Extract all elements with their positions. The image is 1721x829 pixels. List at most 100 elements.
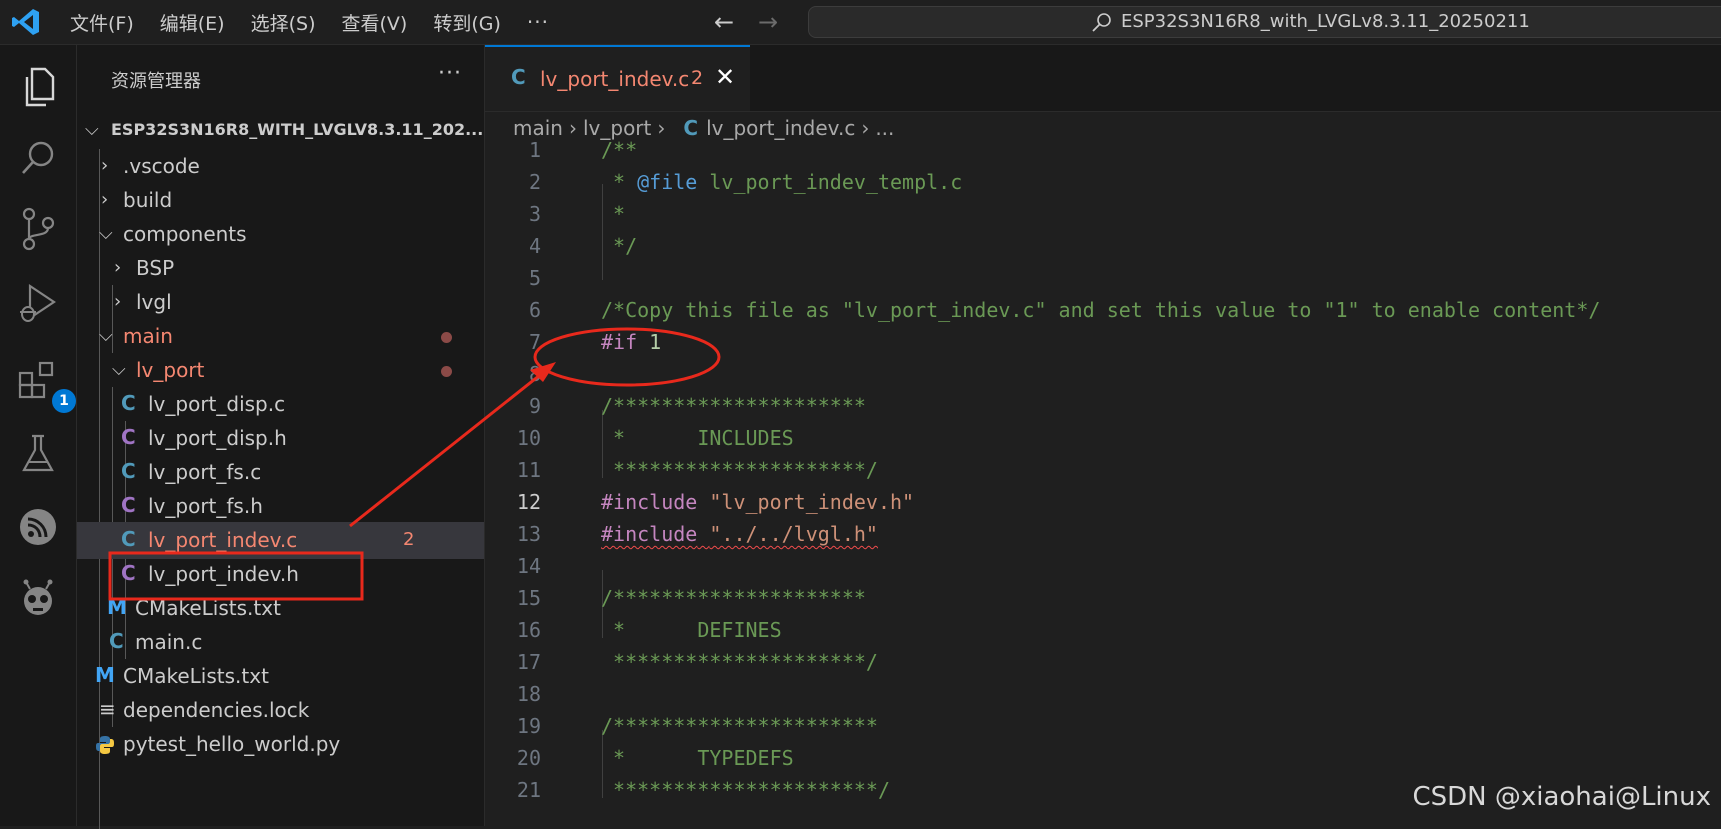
code-line: 16 * DEFINES <box>485 614 1721 646</box>
line-number: 16 <box>516 618 541 642</box>
line-number: 1 <box>528 138 541 162</box>
code-line: 19 /********************** <box>485 710 1721 742</box>
watermark: CSDN @xiaohai@Linux <box>1412 782 1711 812</box>
menu-bar: 文件(F) 编辑(E) 选择(S) 查看(V) 转到(G) ··· <box>70 0 575 44</box>
code-text-error: #include "../../lvgl.h" <box>601 522 878 546</box>
source-control-icon <box>22 207 55 251</box>
code-text: /********************** <box>601 714 878 738</box>
tree-file-lv-port-indev-c[interactable]: C lv_port_indev.c 2 <box>77 522 484 559</box>
line-number: 7 <box>528 330 541 354</box>
problem-dot <box>441 366 452 377</box>
c-file-icon: C <box>121 527 136 551</box>
tree-file-lv-port-indev-h[interactable]: C lv_port_indev.h <box>77 556 484 593</box>
tree-file-pytest[interactable]: pytest_hello_world.py <box>77 726 484 763</box>
tree-file-dependencies-lock[interactable]: ≡ dependencies.lock <box>77 692 484 729</box>
code-text: * INCLUDES <box>601 426 794 450</box>
tree-file-lv-port-fs-c[interactable]: C lv_port_fs.c <box>77 454 484 491</box>
menu-edit[interactable]: 编辑(E) <box>160 9 225 36</box>
problem-count: 2 <box>403 529 415 550</box>
c-file-icon: C <box>109 629 124 653</box>
extensions-badge: 1 <box>52 389 76 413</box>
c-file-icon: C <box>121 459 136 483</box>
platformio-alien-icon <box>23 579 53 615</box>
tree-folder-main[interactable]: ⌵ main <box>77 318 484 355</box>
code-text: /*Copy this file as "lv_port_indev.c" an… <box>601 298 1601 322</box>
problem-dot <box>441 332 452 343</box>
workspace-root[interactable]: ⌵ ESP32S3N16R8_WITH_LVGLV8.3.11_202... <box>77 112 484 149</box>
line-number: 3 <box>528 202 541 226</box>
line-number: 12 <box>516 490 541 514</box>
chevron-down-icon: ⌵ <box>99 223 113 244</box>
explorer-title: 资源管理器 <box>111 71 201 92</box>
tree-folder-vscode[interactable]: › .vscode <box>77 148 484 185</box>
tree-folder-lvgl[interactable]: › lvgl <box>77 284 484 321</box>
search-icon <box>1092 13 1111 32</box>
search-activity[interactable] <box>14 135 62 183</box>
tree-item-label: components <box>123 222 247 246</box>
menu-more-button[interactable]: ··· <box>527 10 549 34</box>
title-bar: 文件(F) 编辑(E) 选择(S) 查看(V) 转到(G) ··· ← → ES… <box>0 0 1721 45</box>
code-text: #include "lv_port_indev.h" <box>601 490 915 514</box>
tree-folder-components[interactable]: ⌵ components <box>77 216 484 253</box>
tree-file-main-c[interactable]: C main.c <box>77 624 484 661</box>
explorer-more-button[interactable]: ··· <box>438 61 462 86</box>
tab-label: lv_port_indev.c <box>540 67 690 91</box>
code-line-current: 12 #include "lv_port_indev.h" <box>485 486 1721 518</box>
code-line: 15 /********************* <box>485 582 1721 614</box>
line-number: 2 <box>528 170 541 194</box>
testing-activity[interactable] <box>14 430 62 478</box>
tree-file-root-cmakelists[interactable]: M CMakeLists.txt <box>77 658 484 695</box>
tree-item-label: lv_port_fs.h <box>148 494 263 518</box>
line-number: 13 <box>516 522 541 546</box>
code-text: * @file lv_port_indev_templ.c <box>601 170 963 194</box>
espressif-activity[interactable] <box>14 503 62 551</box>
menu-view[interactable]: 查看(V) <box>342 9 408 36</box>
forward-arrow-icon[interactable]: → <box>758 8 778 36</box>
tree-item-label: CMakeLists.txt <box>123 664 269 688</box>
run-debug-icon <box>20 283 56 322</box>
extensions-activity[interactable]: 1 <box>14 355 76 413</box>
code-line: 9 /********************* <box>485 390 1721 422</box>
line-number: 18 <box>516 682 541 706</box>
search-icon <box>22 141 54 174</box>
code-text: #if 1 <box>601 330 662 354</box>
run-debug-activity[interactable] <box>14 280 62 328</box>
vscode-logo-icon <box>12 9 39 35</box>
close-icon[interactable]: ✕ <box>715 63 735 91</box>
tree-item-label: main <box>123 324 173 348</box>
tree-item-label: main.c <box>135 630 203 654</box>
code-line: 2 * @file lv_port_indev_templ.c <box>485 166 1721 198</box>
tree-folder-build[interactable]: › build <box>77 182 484 219</box>
tree-item-label: lv_port_indev.h <box>148 562 299 586</box>
tree-file-main-cmakelists[interactable]: M CMakeLists.txt <box>77 590 484 627</box>
command-center-search[interactable]: ESP32S3N16R8_with_LVGLv8.3.11_20250211 <box>808 6 1721 38</box>
back-arrow-icon[interactable]: ← <box>714 8 734 36</box>
explorer-activity[interactable] <box>14 63 62 111</box>
menu-selection[interactable]: 选择(S) <box>251 9 316 36</box>
tree-item-label: BSP <box>136 256 175 280</box>
code-line: 10 * INCLUDES <box>485 422 1721 454</box>
tree-item-label: lvgl <box>136 290 172 314</box>
code-line: 4 */ <box>485 230 1721 262</box>
source-control-activity[interactable] <box>14 205 62 253</box>
tree-file-lv-port-disp-c[interactable]: C lv_port_disp.c <box>77 386 484 423</box>
chevron-right-icon: › <box>101 155 109 176</box>
tab-lv-port-indev-c[interactable]: C lv_port_indev.c 2 ✕ <box>485 45 750 111</box>
tree-folder-lv-port[interactable]: ⌵ lv_port <box>77 352 484 389</box>
menu-file[interactable]: 文件(F) <box>70 9 134 36</box>
code-text: /** <box>601 138 638 162</box>
menu-go[interactable]: 转到(G) <box>433 9 501 36</box>
tree-item-label: lv_port_disp.h <box>148 426 287 450</box>
tree-file-lv-port-disp-h[interactable]: C lv_port_disp.h <box>77 420 484 457</box>
code-text: /********************* <box>601 394 866 418</box>
platformio-activity[interactable] <box>14 575 62 623</box>
tree-item-label: CMakeLists.txt <box>135 596 281 620</box>
tree-item-label: build <box>123 188 173 212</box>
tree-folder-bsp[interactable]: › BSP <box>77 250 484 287</box>
line-number: 9 <box>528 394 541 418</box>
code-text: */ <box>601 234 638 258</box>
code-text: *********************/ <box>601 650 878 674</box>
tree-file-lv-port-fs-h[interactable]: C lv_port_fs.h <box>77 488 484 525</box>
code-line: 14 <box>485 550 1721 582</box>
tree-item-label: lv_port <box>136 358 205 382</box>
